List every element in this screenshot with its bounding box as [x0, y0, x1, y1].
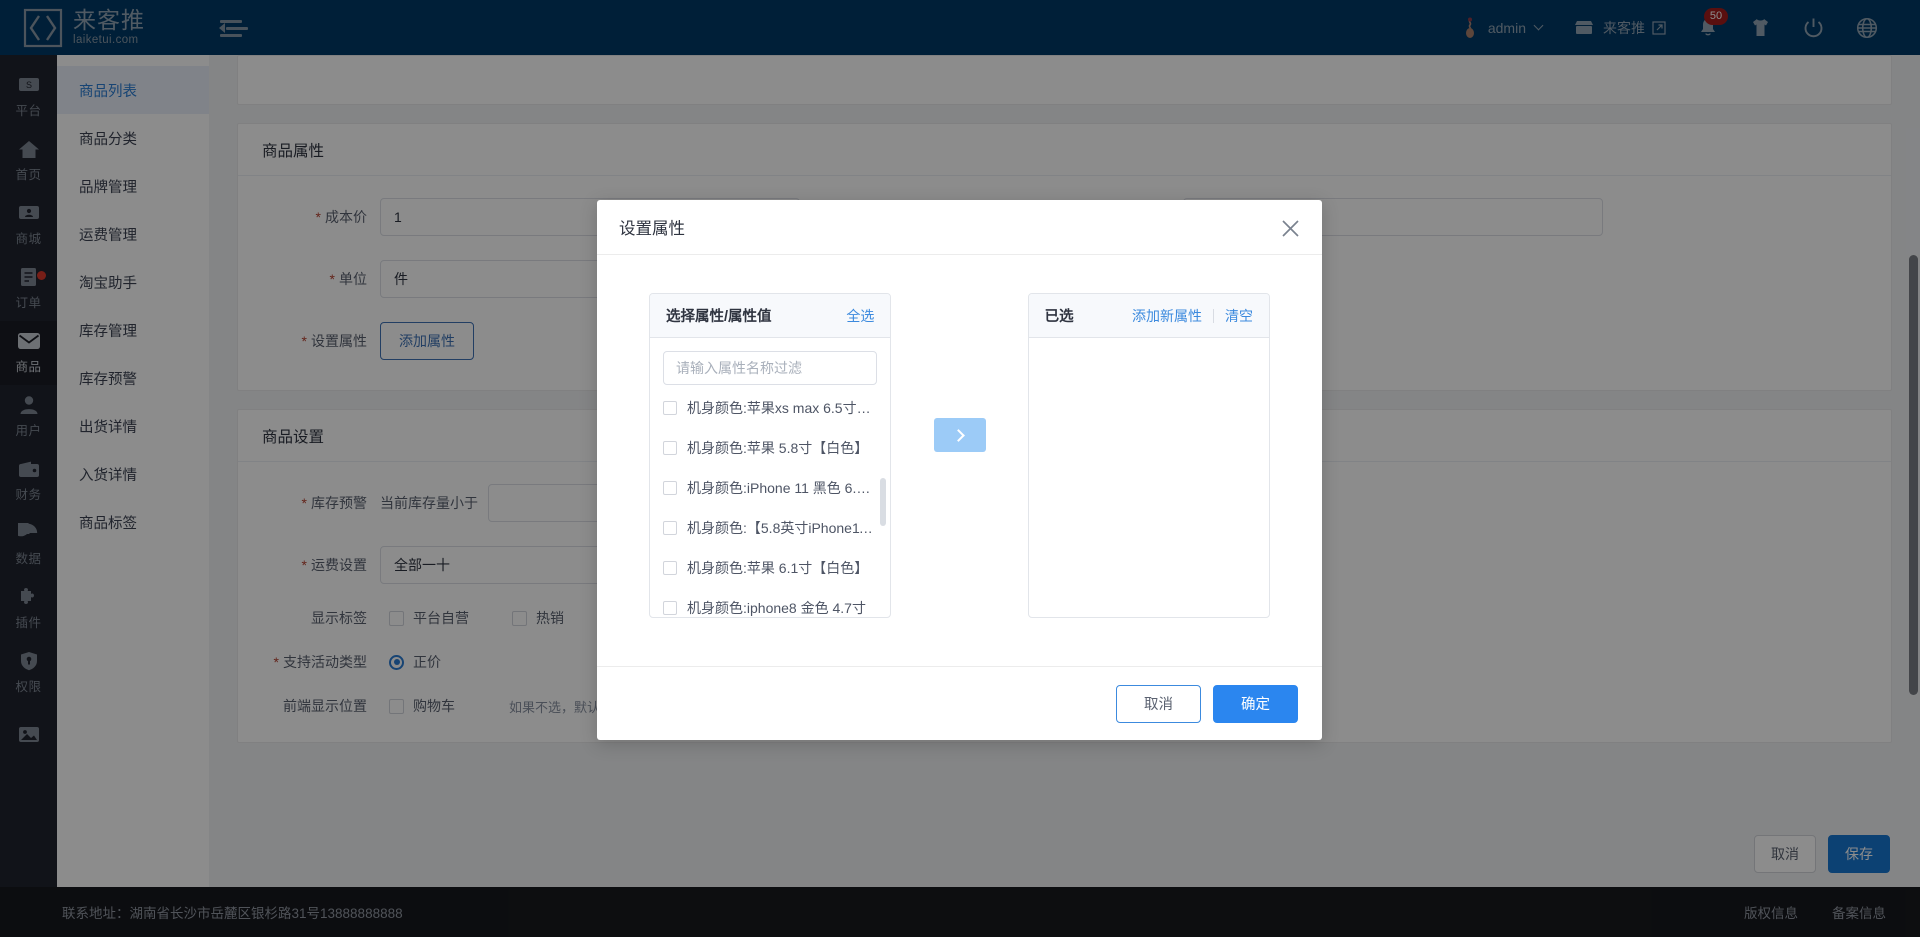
available-panel-title: 选择属性/属性值 [666, 309, 772, 325]
attribute-option-label: 机身颜色:【5.8英寸iPhone11Pro深... [687, 520, 877, 536]
attribute-option-label: 机身颜色:苹果xs max 6.5寸【金色】 [687, 400, 877, 416]
transfer-controls [891, 293, 1027, 452]
app-root: 来客推 laiketui.com admin 来客推 50 S 平台 首页 商城… [0, 0, 1920, 937]
attribute-option-label: 机身颜色:iphone8 金色 4.7寸 [687, 600, 866, 616]
checkbox-icon [663, 441, 677, 455]
attribute-option[interactable]: 机身颜色:苹果xs max 6.5寸【金色】 [663, 391, 877, 425]
add-new-attribute-link[interactable]: 添加新属性 [1132, 306, 1202, 326]
checkbox-icon [663, 401, 677, 415]
set-attribute-dialog: 设置属性 选择属性/属性值 全选 请输入属性名称过滤 机身颜色:苹果xs max… [597, 200, 1322, 740]
select-all-link[interactable]: 全选 [846, 306, 874, 326]
checkbox-icon [663, 521, 677, 535]
dialog-header: 设置属性 [597, 200, 1322, 255]
attribute-option[interactable]: 机身颜色:iPhone 11 黑色 6.1英寸 [663, 471, 877, 505]
available-panel-header: 选择属性/属性值 全选 [650, 294, 891, 338]
attribute-option-label: 机身颜色:苹果 5.8寸【白色】 [687, 440, 869, 456]
available-panel-body: 机身颜色:苹果xs max 6.5寸【金色】 机身颜色:苹果 5.8寸【白色】 … [650, 338, 890, 617]
attribute-option-label: 机身颜色:iPhone 11 黑色 6.1英寸 [687, 480, 878, 496]
available-panel-actions: 全选 [846, 306, 874, 326]
selected-panel-title: 已选 [1044, 309, 1074, 325]
transfer-right-button[interactable] [933, 418, 986, 452]
dialog-footer: 取消 确定 [597, 666, 1322, 740]
attribute-filter-input[interactable] [663, 351, 878, 385]
dialog-confirm-button[interactable]: 确定 [1213, 684, 1298, 723]
dialog-body: 选择属性/属性值 全选 机身颜色:苹果xs max 6.5寸【金色】 机身颜色:… [597, 255, 1322, 666]
attribute-option[interactable]: 机身颜色:iphone8 金色 4.7寸 [663, 591, 877, 617]
dialog-title: 设置属性 [619, 220, 685, 238]
selected-attributes-panel: 已选 添加新属性 清空 [1027, 293, 1270, 618]
checkbox-icon [663, 481, 677, 495]
attribute-option[interactable]: 机身颜色:苹果 5.8寸【白色】 [663, 431, 877, 465]
selected-panel-actions: 添加新属性 清空 [1132, 306, 1253, 326]
available-attributes-panel: 选择属性/属性值 全选 机身颜色:苹果xs max 6.5寸【金色】 机身颜色:… [649, 293, 892, 618]
checkbox-icon [663, 561, 677, 575]
checkbox-icon [663, 601, 677, 615]
attribute-option[interactable]: 机身颜色:苹果 6.1寸【白色】 [663, 551, 877, 585]
selected-panel-body [1029, 338, 1269, 617]
action-separator [1213, 308, 1214, 323]
close-icon[interactable] [1278, 216, 1302, 240]
chevron-right-icon [951, 428, 965, 442]
attribute-option[interactable]: 机身颜色:【5.8英寸iPhone11Pro深... [663, 511, 877, 545]
selected-panel-header: 已选 添加新属性 清空 [1028, 294, 1269, 338]
dialog-cancel-button[interactable]: 取消 [1116, 684, 1201, 723]
available-panel-scrollbar[interactable] [880, 478, 887, 526]
attribute-option-label: 机身颜色:苹果 6.1寸【白色】 [687, 560, 869, 576]
clear-selected-link[interactable]: 清空 [1225, 306, 1253, 326]
